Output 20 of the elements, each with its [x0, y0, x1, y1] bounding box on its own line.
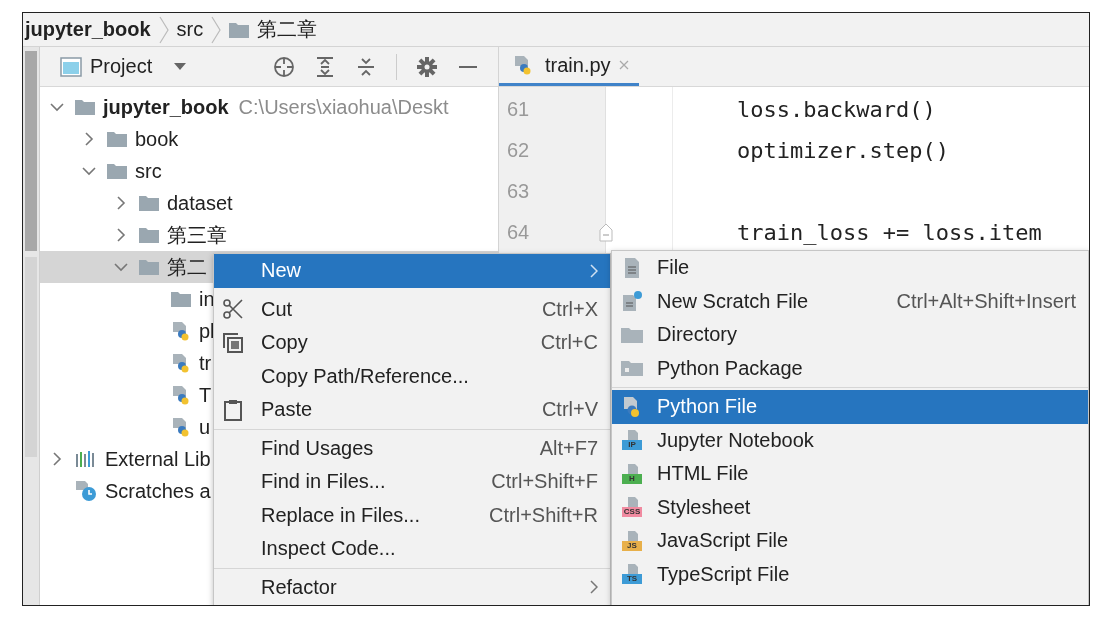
- shortcut-text: Alt+F7: [539, 436, 598, 460]
- line-number: 62: [507, 139, 530, 162]
- file-type-badge: CSS: [621, 507, 643, 518]
- code-line: optimizer.step(): [737, 138, 949, 163]
- line-number: 63: [507, 180, 530, 203]
- file-type-badge: TS: [622, 574, 642, 585]
- file-type-badge: H: [622, 473, 642, 484]
- shortcut-text: Ctrl+X: [541, 297, 598, 321]
- code-line: train_loss += loss.item: [737, 220, 1042, 245]
- file-type-badge: JS: [622, 540, 642, 551]
- file-type-badge: IP: [622, 440, 642, 451]
- shortcut-text: Ctrl+Alt+Shift+Insert: [896, 289, 1076, 313]
- shortcut-text: Ctrl+Shift+R: [489, 503, 598, 527]
- line-number: 61: [507, 98, 530, 121]
- shortcut-text: Ctrl+V: [541, 398, 598, 422]
- line-number: 64: [507, 221, 530, 244]
- code-line: loss.backward(): [737, 97, 936, 122]
- path-text: C:\Users\xiaohua\Deskt: [238, 95, 449, 119]
- shortcut-text: Ctrl+C: [540, 331, 598, 355]
- shortcut-text: Ctrl+Shift+F: [491, 470, 598, 494]
